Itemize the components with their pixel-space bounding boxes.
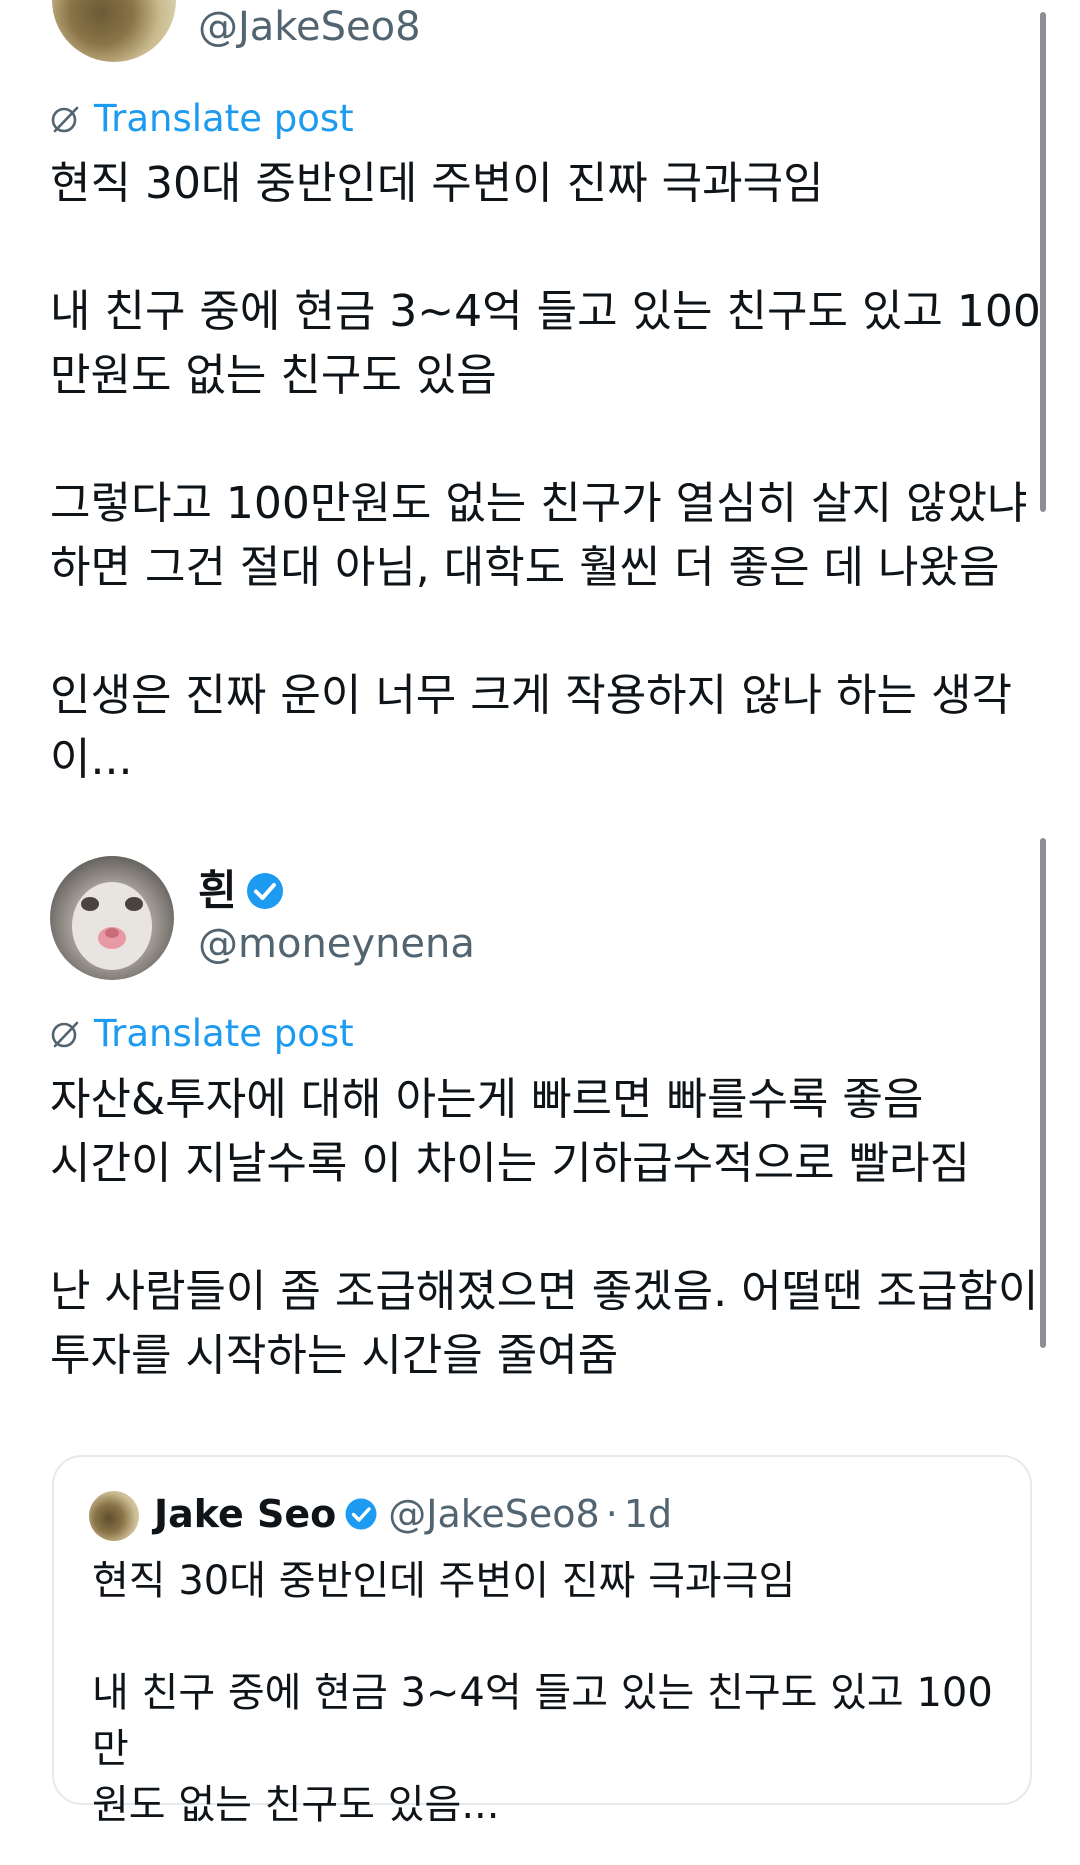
translate-icon [50,1019,80,1049]
author-name[interactable]: 흰 [198,866,237,916]
verified-badge-icon [245,871,285,911]
quoted-author-handle: @JakeSeo8 [388,1492,600,1536]
author-handle[interactable]: @moneynena [198,920,475,968]
post-text: 자산&투자에 대해 아는게 빠르면 빠를수록 좋음 시간이 지날수록 이 차이는… [50,1074,1039,1381]
translate-post-link[interactable]: Translate post [50,97,354,141]
quoted-author-name: Jake Seo [154,1492,337,1536]
author-handle[interactable]: @JakeSeo8 [198,4,421,50]
translate-icon [50,104,80,134]
quoted-post-timestamp: 1d [623,1492,673,1536]
translate-post-link[interactable]: Translate post [50,1012,354,1056]
quoted-post-card[interactable]: Jake Seo @JakeSeo8 · 1d 현직 30대 중반인데 주변이 … [52,1455,1032,1828]
translate-post-label: Translate post [94,1012,354,1055]
avatar[interactable] [52,0,176,62]
post-text: 현직 30대 중반인데 주변이 진짜 극과극임 내 친구 중에 현금 3~4억 … [50,158,1041,785]
quoted-post-text: 현직 30대 중반인데 주변이 진짜 극과극임 내 친구 중에 현금 3~4억 … [92,1558,993,1828]
separator-dot: · [605,1492,618,1536]
quoted-post-header: Jake Seo @JakeSeo8 · 1d [154,1490,672,1538]
translate-post-label: Translate post [94,97,354,140]
avatar [89,1491,139,1541]
scrollbar-thumb[interactable] [1040,838,1046,1348]
cat-photo [72,882,152,970]
verified-badge-icon [344,1497,378,1531]
avatar[interactable] [50,856,174,980]
scrollbar-thumb[interactable] [1040,12,1046,512]
